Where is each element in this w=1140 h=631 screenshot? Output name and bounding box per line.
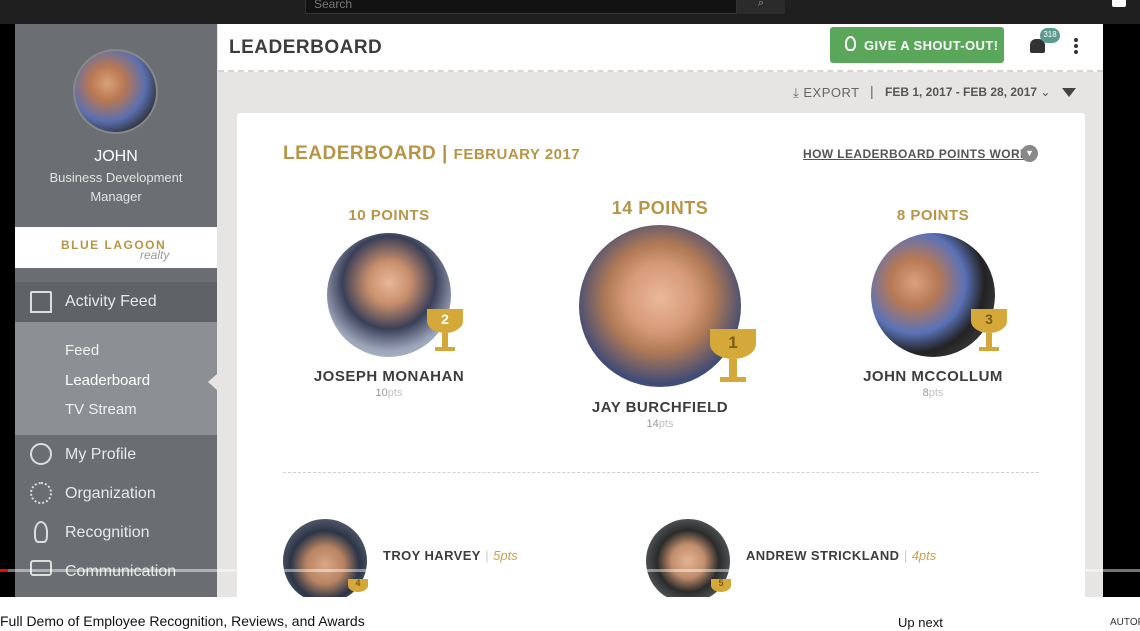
letterbox-left (0, 24, 15, 597)
points-label: 14 POINTS (611, 198, 709, 218)
person-name[interactable]: JOHN MCCOLLUM (821, 368, 1045, 385)
sidebar-item-label: Activity Feed (65, 293, 157, 310)
user-name: JOHN (94, 148, 138, 165)
sidebar-subnav: Feed Leaderboard TV Stream (15, 322, 217, 435)
letterbox-right (1103, 24, 1140, 597)
person-name[interactable]: TROY HARVEY (383, 548, 481, 563)
video-title[interactable]: Full Demo of Employee Recognition, Revie… (0, 613, 365, 629)
page-title: LEADERBOARD (229, 37, 383, 58)
card-title-period: FEBRUARY 2017 (453, 146, 581, 163)
person-name[interactable]: JAY BURCHFIELD (549, 399, 771, 416)
search-button[interactable]: ⌕ (737, 0, 785, 14)
toolbar-separator: | (870, 83, 874, 99)
trophy-icon: 3 (969, 309, 1009, 357)
sidebar-item-recognition[interactable]: Recognition (15, 513, 217, 552)
give-shout-out-button[interactable]: GIVE A SHOUT-OUT! (830, 27, 1004, 63)
person-points: 4pts (911, 548, 937, 563)
points-label: 10 POINTS (348, 207, 430, 224)
download-icon: ⤓ (793, 85, 804, 100)
sidebar-item-label: My Profile (65, 446, 137, 463)
person-points: 14pts (610, 418, 710, 430)
points-unit: pts (928, 387, 944, 399)
list-item[interactable]: 4 TROY HARVEY | 5pts (283, 519, 643, 597)
notification-badge: 318 (1040, 28, 1060, 43)
export-button[interactable]: ⤓ EXPORT (793, 85, 860, 101)
chevron-down-icon: ⌄ (1037, 85, 1051, 99)
points-number: 14 (646, 418, 659, 430)
how-points-work-link[interactable]: HOW LEADERBOARD POINTS WORK (803, 147, 1029, 161)
trophy-icon: 4 (347, 578, 369, 597)
award-icon (34, 521, 48, 543)
sidebar-item-label: Organization (65, 485, 156, 502)
date-range-value: FEB 1, 2017 - FEB 28, 2017 (885, 85, 1038, 99)
filter-icon[interactable] (1062, 88, 1076, 97)
row-info: TROY HARVEY | 5pts (383, 547, 518, 565)
row-separator: | (485, 548, 489, 563)
organization-icon (30, 482, 52, 504)
sidebar-subitem-tv-stream[interactable]: TV Stream (65, 401, 137, 418)
home-icon (30, 291, 52, 313)
row-separator: | (903, 548, 908, 563)
leaderboard-card: LEADERBOARD | FEBRUARY 2017 HOW LEADERBO… (237, 113, 1085, 597)
sidebar: JOHN Business Development Manager BLUE L… (15, 24, 217, 597)
points-label: 8 POINTS (896, 207, 970, 224)
video-progress-bar[interactable] (0, 569, 1140, 572)
search-icon: ⌕ (757, 0, 765, 9)
trophy-icon: 1 (707, 329, 759, 389)
video-frame: JOHN Business Development Manager BLUE L… (0, 24, 1140, 597)
active-caret (208, 374, 217, 390)
sidebar-item-label: Recognition (65, 524, 150, 541)
sidebar-item-label: Communication (65, 563, 177, 580)
message-icon (30, 560, 52, 576)
rank-number: 3 (985, 311, 993, 327)
trophy-icon: 2 (425, 309, 465, 357)
card-title: LEADERBOARD | FEBRUARY 2017 (283, 143, 580, 165)
person-points: 5pts (493, 548, 518, 563)
points-unit: pts (387, 387, 403, 399)
rank-number: 1 (728, 333, 738, 352)
sidebar-item-my-profile[interactable]: My Profile (15, 435, 217, 474)
page-header: LEADERBOARD GIVE A SHOUT-OUT! 318 (218, 24, 1103, 72)
autoplay-label[interactable]: AUTOPLAY (1110, 617, 1140, 628)
sidebar-subitem-leaderboard[interactable]: Leaderboard (65, 372, 150, 389)
divider (283, 472, 1039, 473)
export-label: EXPORT (803, 85, 860, 100)
video-progress-played (0, 569, 8, 572)
award-icon (845, 36, 856, 51)
date-range-select[interactable]: FEB 1, 2017 - FEB 28, 2017 ⌄ (885, 85, 1050, 99)
brand-sub-text: realty (140, 248, 170, 262)
rank-number: 5 (718, 578, 724, 588)
browser-top-bar: Search ⌕ (0, 0, 1140, 24)
sidebar-item-organization[interactable]: Organization (15, 474, 217, 513)
person-points: 10pts (339, 387, 439, 399)
profile-area: JOHN Business Development Manager (15, 24, 217, 227)
sidebar-subitem-feed[interactable]: Feed (65, 342, 99, 359)
trophy-icon: 5 (710, 578, 732, 597)
search-input[interactable]: Search (305, 0, 737, 14)
video-info-bar: Full Demo of Employee Recognition, Revie… (0, 597, 1140, 631)
user-title: Business Development Manager (49, 170, 183, 204)
user-icon (30, 443, 52, 465)
card-title-main: LEADERBOARD | (283, 143, 448, 164)
company-logo: BLUE LAGOON realty (15, 227, 217, 268)
row-info: ANDREW STRICKLAND | 4pts (746, 547, 936, 565)
shout-button-label: GIVE A SHOUT-OUT! (864, 38, 999, 53)
list-item[interactable]: 5 ANDREW STRICKLAND | 4pts (646, 519, 1026, 597)
avatar[interactable] (73, 49, 158, 134)
points-number: 10 (375, 387, 388, 399)
rank-number: 4 (355, 578, 361, 588)
up-next-label: Up next (898, 615, 943, 630)
more-options-icon[interactable] (1074, 38, 1078, 54)
create-video-icon[interactable] (1112, 0, 1126, 7)
points-unit: pts (658, 418, 674, 430)
rank-number: 2 (441, 311, 449, 327)
person-name[interactable]: JOSEPH MONAHAN (277, 368, 501, 385)
chevron-down-icon[interactable]: ▼ (1021, 145, 1038, 162)
sidebar-item-activity-feed[interactable]: Activity Feed (15, 282, 217, 322)
person-name[interactable]: ANDREW STRICKLAND (746, 548, 899, 563)
person-points: 8pts (883, 387, 983, 399)
